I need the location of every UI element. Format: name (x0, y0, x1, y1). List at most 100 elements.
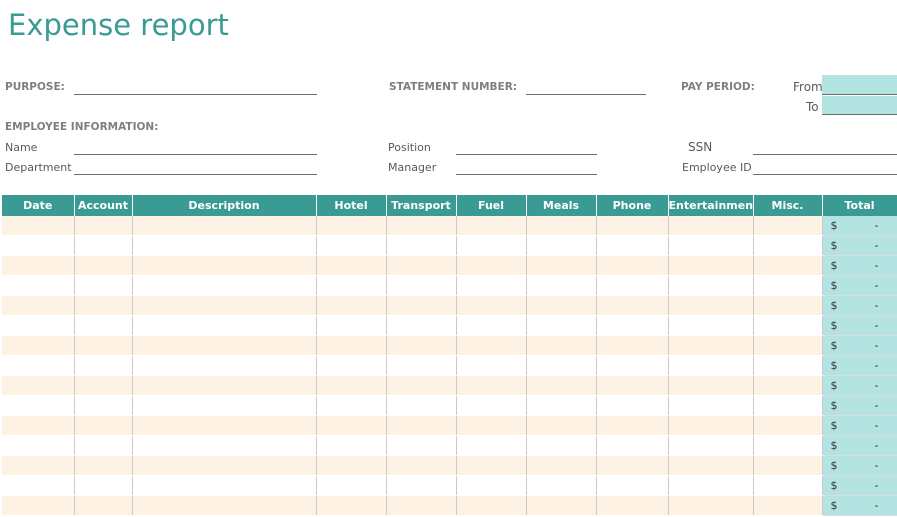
row-total-cell[interactable]: $ - (822, 395, 897, 416)
cell-date[interactable] (2, 475, 75, 496)
cell-description[interactable] (132, 335, 317, 356)
row-total-cell[interactable]: $ - (822, 295, 897, 316)
cell-entertainment[interactable] (668, 315, 754, 336)
cell-phone[interactable] (596, 335, 669, 356)
cell-entertainment[interactable] (668, 455, 754, 476)
cell-account[interactable] (74, 475, 133, 496)
cell-transport[interactable] (386, 335, 457, 356)
cell-account[interactable] (74, 295, 133, 316)
cell-date[interactable] (2, 315, 75, 336)
cell-misc[interactable] (753, 355, 823, 376)
cell-description[interactable] (132, 235, 317, 256)
cell-date[interactable] (2, 495, 75, 516)
cell-transport[interactable] (386, 495, 457, 516)
cell-transport[interactable] (386, 295, 457, 316)
cell-meals[interactable] (526, 255, 597, 276)
cell-misc[interactable] (753, 395, 823, 416)
cell-fuel[interactable] (456, 435, 527, 456)
column-header-phone[interactable]: Phone (596, 195, 669, 216)
cell-misc[interactable] (753, 455, 823, 476)
row-total-cell[interactable]: $ - (822, 275, 897, 296)
cell-entertainment[interactable] (668, 255, 754, 276)
row-total-cell[interactable]: $ - (822, 255, 897, 276)
cell-transport[interactable] (386, 315, 457, 336)
cell-date[interactable] (2, 275, 75, 296)
cell-account[interactable] (74, 335, 133, 356)
column-header-description[interactable]: Description (132, 195, 317, 216)
cell-transport[interactable] (386, 216, 457, 236)
cell-fuel[interactable] (456, 475, 527, 496)
cell-meals[interactable] (526, 475, 597, 496)
cell-fuel[interactable] (456, 335, 527, 356)
cell-transport[interactable] (386, 455, 457, 476)
cell-meals[interactable] (526, 415, 597, 436)
cell-misc[interactable] (753, 235, 823, 256)
cell-entertainment[interactable] (668, 275, 754, 296)
cell-misc[interactable] (753, 255, 823, 276)
cell-misc[interactable] (753, 415, 823, 436)
cell-description[interactable] (132, 455, 317, 476)
cell-phone[interactable] (596, 235, 669, 256)
column-header-misc[interactable]: Misc. (753, 195, 823, 216)
ssn-field[interactable] (753, 154, 897, 155)
cell-fuel[interactable] (456, 315, 527, 336)
cell-account[interactable] (74, 255, 133, 276)
cell-meals[interactable] (526, 216, 597, 236)
cell-date[interactable] (2, 355, 75, 376)
cell-hotel[interactable] (316, 216, 387, 236)
cell-phone[interactable] (596, 375, 669, 396)
row-total-cell[interactable]: $ - (822, 216, 897, 236)
cell-fuel[interactable] (456, 275, 527, 296)
row-total-cell[interactable]: $ - (822, 315, 897, 336)
cell-transport[interactable] (386, 395, 457, 416)
cell-account[interactable] (74, 395, 133, 416)
cell-transport[interactable] (386, 235, 457, 256)
column-header-fuel[interactable]: Fuel (456, 195, 527, 216)
cell-description[interactable] (132, 475, 317, 496)
cell-account[interactable] (74, 435, 133, 456)
cell-fuel[interactable] (456, 495, 527, 516)
cell-description[interactable] (132, 255, 317, 276)
column-header-transport[interactable]: Transport (386, 195, 457, 216)
cell-date[interactable] (2, 255, 75, 276)
column-header-hotel[interactable]: Hotel (316, 195, 387, 216)
cell-meals[interactable] (526, 335, 597, 356)
cell-fuel[interactable] (456, 395, 527, 416)
cell-entertainment[interactable] (668, 475, 754, 496)
cell-phone[interactable] (596, 355, 669, 376)
cell-misc[interactable] (753, 495, 823, 516)
cell-fuel[interactable] (456, 375, 527, 396)
cell-account[interactable] (74, 235, 133, 256)
cell-description[interactable] (132, 495, 317, 516)
cell-hotel[interactable] (316, 375, 387, 396)
cell-entertainment[interactable] (668, 395, 754, 416)
cell-hotel[interactable] (316, 355, 387, 376)
row-total-cell[interactable]: $ - (822, 235, 897, 256)
cell-hotel[interactable] (316, 275, 387, 296)
cell-misc[interactable] (753, 295, 823, 316)
cell-phone[interactable] (596, 435, 669, 456)
purpose-field[interactable] (74, 94, 317, 95)
cell-entertainment[interactable] (668, 216, 754, 236)
cell-transport[interactable] (386, 275, 457, 296)
cell-meals[interactable] (526, 275, 597, 296)
manager-field[interactable] (456, 174, 597, 175)
cell-meals[interactable] (526, 235, 597, 256)
row-total-cell[interactable]: $ - (822, 435, 897, 456)
cell-entertainment[interactable] (668, 415, 754, 436)
department-field[interactable] (74, 174, 317, 175)
cell-description[interactable] (132, 315, 317, 336)
cell-date[interactable] (2, 375, 75, 396)
cell-date[interactable] (2, 216, 75, 236)
cell-hotel[interactable] (316, 235, 387, 256)
cell-account[interactable] (74, 495, 133, 516)
cell-description[interactable] (132, 395, 317, 416)
cell-phone[interactable] (596, 315, 669, 336)
cell-account[interactable] (74, 415, 133, 436)
cell-fuel[interactable] (456, 216, 527, 236)
row-total-cell[interactable]: $ - (822, 455, 897, 476)
cell-description[interactable] (132, 295, 317, 316)
cell-description[interactable] (132, 435, 317, 456)
row-total-cell[interactable]: $ - (822, 355, 897, 376)
cell-date[interactable] (2, 455, 75, 476)
